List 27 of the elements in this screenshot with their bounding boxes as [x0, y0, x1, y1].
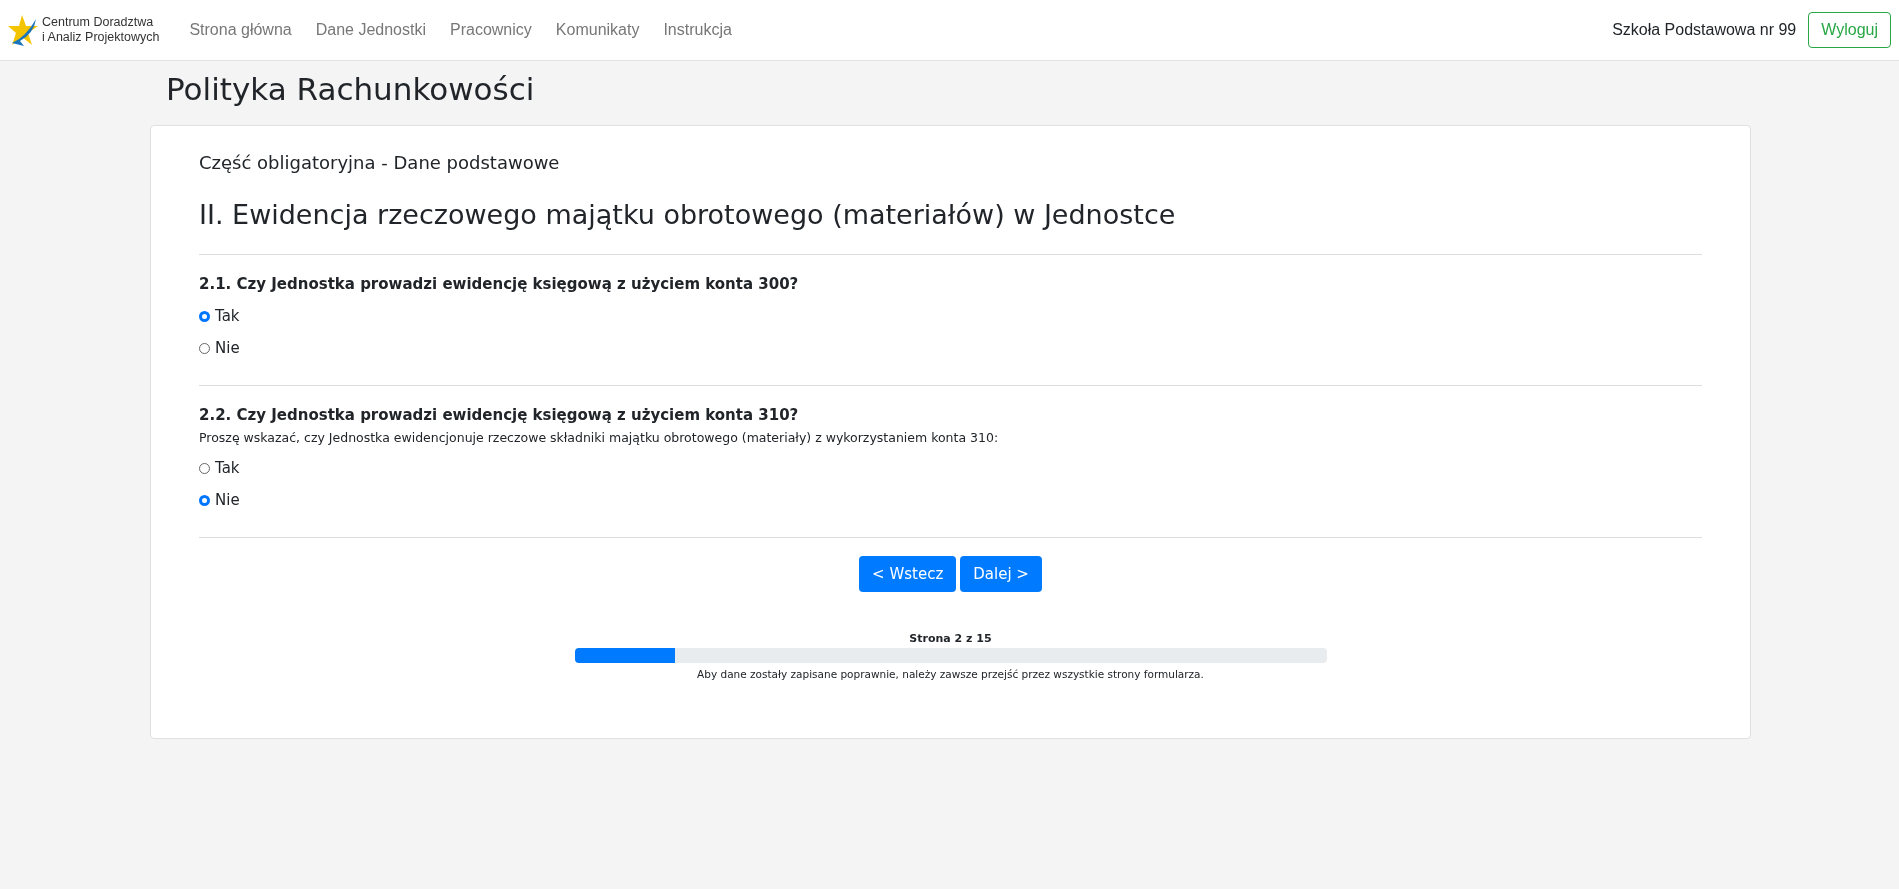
radio-button[interactable]	[199, 310, 210, 322]
logout-button[interactable]: Wyloguj	[1808, 12, 1891, 48]
section-heading: II. Ewidencja rzeczowego majątku obrotowego (materiałów) w Jednostce	[199, 199, 1177, 230]
option-label[interactable]: Tak	[215, 459, 240, 477]
section-subtitle: Część obligatoryjna - Dane podstawowe	[199, 152, 561, 173]
nav-button[interactable]: Dalej >	[960, 556, 1042, 592]
question-label: 2.2. Czy Jednostka prowadzi ewidencję księgową z użyciem konta 310?	[199, 406, 800, 424]
nav-link[interactable]: Strona główna	[181, 21, 300, 39]
option-label[interactable]: Nie	[215, 339, 240, 357]
nav-link[interactable]: Komunikaty	[547, 21, 648, 39]
nav-link[interactable]: Pracownicy	[442, 21, 540, 39]
page-title: Polityka Rachunkowości	[166, 71, 536, 107]
question-hint: Proszę wskazać, czy Jednostka ewidencjonuje rzeczowe składniki majątku obrotowego (materiały) z wykorzystaniem konta 310:	[199, 430, 1000, 445]
nav-link[interactable]: Dane Jednostki	[307, 21, 434, 39]
option-label[interactable]: Nie	[215, 491, 240, 509]
radio-button[interactable]	[199, 494, 210, 506]
option-label[interactable]: Tak	[215, 307, 240, 325]
page-counter: Strona 2 z 15	[909, 632, 992, 645]
star-logo-icon	[8, 13, 40, 47]
radio-button[interactable]	[199, 462, 210, 474]
nav-link[interactable]: Instrukcja	[655, 21, 740, 39]
logo-text[interactable]: Centrum Doradztwa i Analiz Projektowych	[42, 15, 160, 45]
radio-button[interactable]	[199, 342, 210, 354]
nav-button[interactable]: < Wstecz	[859, 556, 957, 592]
progress-note: Aby dane zostały zapisane poprawnie, należy zawsze przejść przez wszystkie strony formularza.	[697, 668, 1204, 680]
school-name: Szkoła Podstawowa nr 99	[1612, 21, 1797, 39]
question-label: 2.1. Czy Jednostka prowadzi ewidencję księgową z użyciem konta 300?	[199, 275, 800, 293]
